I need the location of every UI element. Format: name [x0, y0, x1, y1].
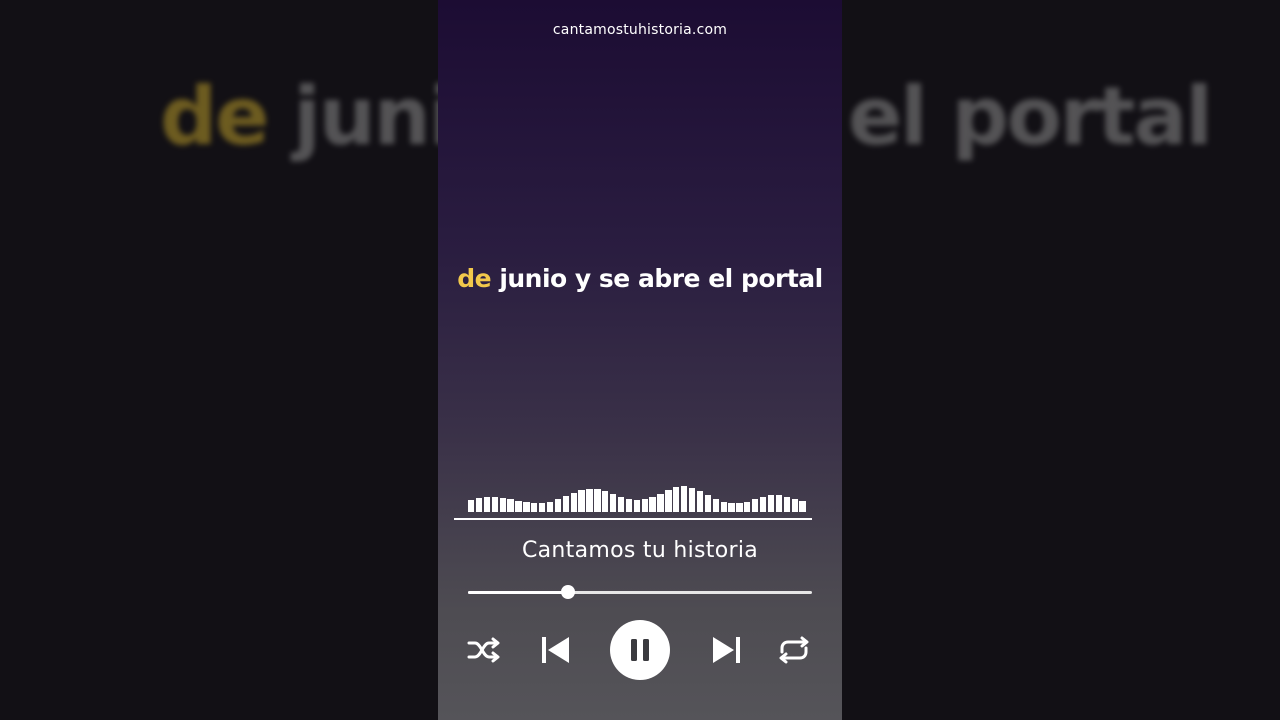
- shuffle-button[interactable]: [466, 632, 502, 668]
- pause-icon: [629, 638, 651, 662]
- lyric-rest: junio y se abre el portal: [499, 264, 823, 293]
- visualizer-bar: [649, 497, 656, 512]
- visualizer-bar: [783, 497, 790, 512]
- visualizer-bar: [515, 501, 522, 512]
- visualizer-bar: [594, 489, 601, 512]
- visualizer-bar: [799, 501, 806, 512]
- visualizer-bar: [491, 497, 498, 512]
- visualizer-bar: [720, 502, 727, 512]
- visualizer-bar: [468, 500, 475, 512]
- visualizer-bar: [586, 489, 593, 512]
- visualizer-bar: [728, 503, 735, 512]
- visualizer-bar: [696, 491, 704, 512]
- visualizer-bar: [499, 498, 506, 512]
- visualizer-bar: [712, 499, 719, 512]
- visualizer-bar: [633, 500, 640, 512]
- visualizer-bar: [523, 502, 530, 512]
- site-url: cantamostuhistoria.com: [552, 22, 728, 38]
- progress-knob[interactable]: [560, 585, 575, 599]
- visualizer-bar: [475, 498, 483, 512]
- visualizer-bar: [507, 499, 514, 512]
- visualizer-bar: [625, 499, 633, 512]
- visualizer-baseline: [454, 518, 812, 520]
- lyric-highlight: de: [457, 264, 492, 293]
- pause-button[interactable]: [610, 620, 670, 680]
- visualizer-bar: [736, 503, 743, 512]
- previous-button[interactable]: [536, 630, 576, 670]
- visualizer-bar: [641, 499, 648, 512]
- visualizer-bar: [562, 496, 569, 512]
- visualizer-bar: [610, 494, 617, 512]
- visualizer-bar: [554, 499, 562, 512]
- progress-bar[interactable]: [468, 585, 812, 599]
- visualizer-bar: [657, 494, 664, 512]
- visualizer-bar: [688, 488, 696, 512]
- visualizer-bar: [531, 503, 538, 512]
- visualizer-bar: [617, 497, 625, 512]
- lyric-line: de junio y se abre el portal: [438, 264, 842, 293]
- background-lyric-highlight: de: [160, 70, 270, 163]
- visualizer-bar: [681, 486, 688, 512]
- player-panel: cantamostuhistoria.com de junio y se abr…: [438, 0, 842, 720]
- next-button[interactable]: [706, 630, 746, 670]
- visualizer-bar: [673, 487, 680, 512]
- skip-previous-icon: [540, 635, 572, 665]
- visualizer-bar: [546, 502, 554, 512]
- audio-visualizer: [468, 480, 806, 512]
- visualizer-bar: [539, 503, 546, 512]
- visualizer-bar: [602, 491, 609, 512]
- visualizer-bar: [665, 490, 672, 512]
- visualizer-bar: [704, 495, 712, 512]
- repeat-button[interactable]: [774, 632, 814, 668]
- visualizer-bar: [791, 499, 798, 512]
- visualizer-bar: [767, 495, 775, 512]
- skip-next-icon: [710, 635, 742, 665]
- track-title: Cantamos tu historia: [521, 538, 759, 563]
- progress-fill: [468, 591, 568, 594]
- visualizer-bar: [759, 497, 767, 512]
- background-lyric-right: el portal: [848, 70, 1213, 163]
- visualizer-bar: [483, 497, 491, 512]
- visualizer-bar: [578, 490, 585, 512]
- visualizer-bar: [570, 493, 577, 512]
- visualizer-bar: [775, 495, 783, 512]
- visualizer-bar: [744, 502, 751, 512]
- visualizer-bar: [752, 499, 759, 512]
- shuffle-icon: [467, 637, 501, 663]
- repeat-icon: [776, 636, 812, 664]
